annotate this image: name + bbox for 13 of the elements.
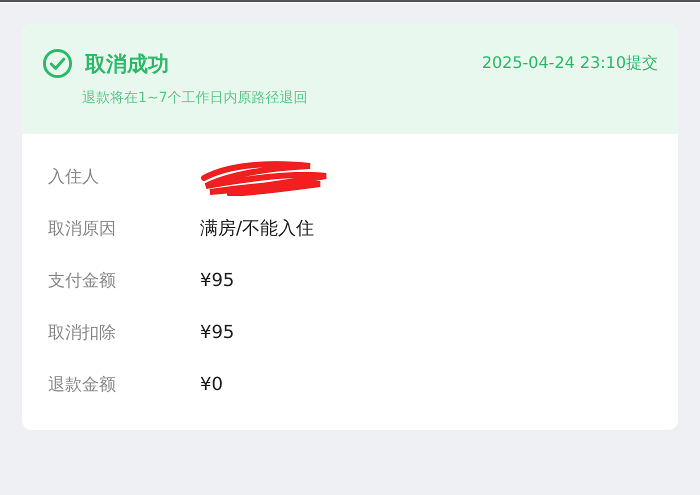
field-value: ¥95: [200, 322, 234, 342]
refund-note: 退款将在1~7个工作日内原路径退回: [82, 89, 309, 107]
field-label: 取消扣除: [48, 322, 117, 344]
status-title: 取消成功: [85, 50, 170, 78]
field-label: 入住人: [48, 166, 100, 188]
check-circle-icon: [42, 48, 73, 79]
field-label: 取消原因: [48, 218, 117, 240]
submit-time: 2025-04-24 23:10提交: [482, 53, 658, 74]
field-value: ¥95: [200, 270, 234, 290]
field-value: 满房/不能入住: [200, 217, 314, 240]
field-label: 退款金额: [48, 374, 117, 396]
field-label: 支付金额: [48, 270, 117, 292]
field-value: ¥0: [200, 374, 223, 394]
